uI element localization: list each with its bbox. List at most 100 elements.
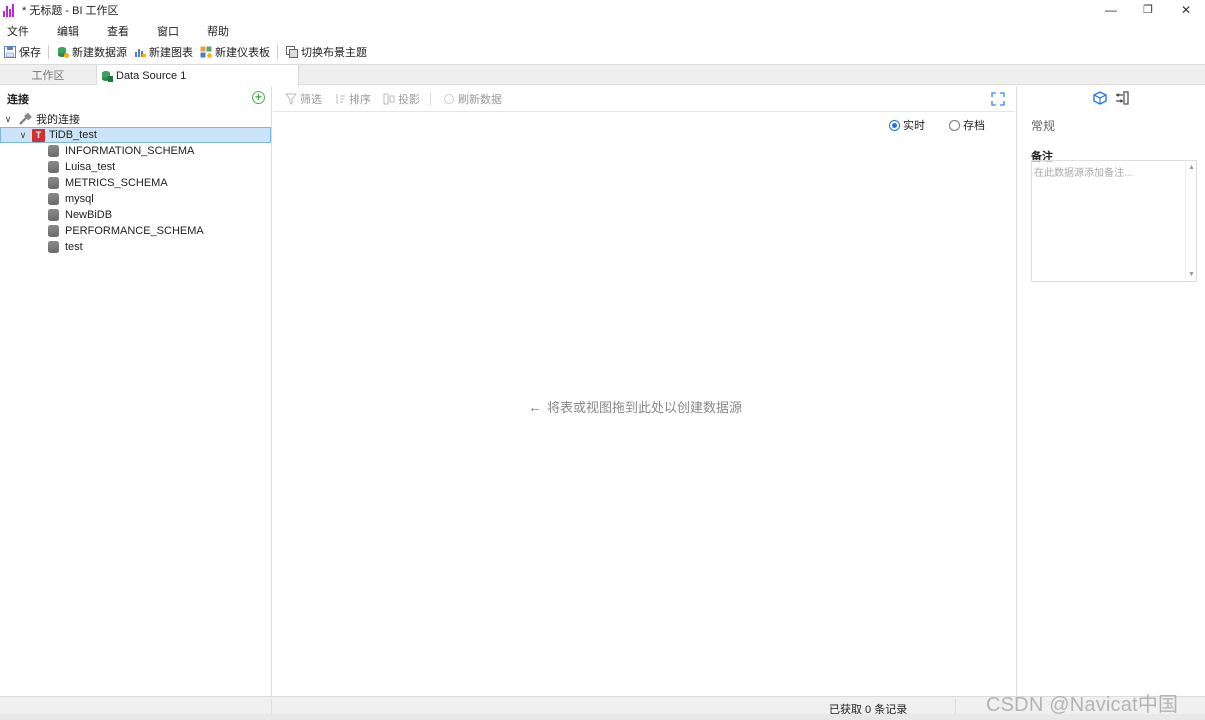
menu-edit[interactable]: 编辑 bbox=[50, 23, 86, 39]
new-datasource-icon bbox=[58, 47, 69, 58]
canvas-toolbar: 筛选 排序 投影 刷新数据 bbox=[273, 86, 1015, 112]
general-section-title: 常规 bbox=[1031, 119, 1056, 133]
menu-bar: 文件 编辑 查看 窗口 帮助 bbox=[0, 20, 1205, 41]
new-dashboard-icon bbox=[200, 46, 212, 58]
tree-database[interactable]: Luisa_test bbox=[0, 159, 271, 175]
connections-header: 连接 + bbox=[0, 86, 271, 111]
live-radio[interactable] bbox=[889, 119, 900, 131]
menu-window[interactable]: 窗口 bbox=[150, 23, 186, 39]
app-logo-icon bbox=[3, 3, 17, 17]
toolbar-divider bbox=[277, 45, 278, 59]
watermark: CSDN @Navicat中国 bbox=[986, 694, 1179, 716]
connection-label: TiDB_test bbox=[49, 129, 97, 141]
refresh-data-button[interactable]: 刷新数据 bbox=[443, 91, 502, 107]
new-dashboard-label: 新建仪表板 bbox=[215, 47, 270, 59]
database-icon bbox=[48, 241, 59, 253]
chevron-down-icon[interactable]: ∨ bbox=[3, 114, 13, 125]
close-button[interactable]: ✕ bbox=[1167, 0, 1205, 19]
restore-button[interactable]: ❐ bbox=[1129, 0, 1167, 19]
window-title: * 无标题 - BI 工作区 bbox=[22, 4, 119, 17]
connections-panel: 连接 + ∨ 我的连接 ∨ T TiDB_test INFORMATION_SC… bbox=[0, 86, 272, 696]
database-label: Luisa_test bbox=[65, 161, 116, 173]
tab-workspace[interactable]: 工作区 bbox=[0, 65, 97, 85]
new-dashboard-button[interactable]: 新建仪表板 bbox=[200, 44, 270, 60]
tree-database[interactable]: mysql bbox=[0, 191, 271, 207]
datasource-canvas: 筛选 排序 投影 刷新数据 实时 存档 ← 将表或视图拖到此处以创建数据源 bbox=[273, 86, 1015, 696]
tree-database[interactable]: METRICS_SCHEMA bbox=[0, 175, 271, 191]
archive-label: 存档 bbox=[963, 120, 985, 132]
drop-hint-text: 将表或视图拖到此处以创建数据源 bbox=[547, 400, 743, 415]
switch-theme-button[interactable]: 切换布景主题 bbox=[286, 44, 367, 60]
refresh-label: 刷新数据 bbox=[458, 93, 502, 106]
tree-database[interactable]: test bbox=[0, 239, 271, 255]
document-tabs: 工作区 Data Source 1 bbox=[0, 64, 1205, 86]
tree-database[interactable]: INFORMATION_SCHEMA bbox=[0, 143, 271, 159]
filter-button[interactable]: 筛选 bbox=[285, 91, 322, 107]
arrow-left-icon: ← bbox=[528, 398, 542, 415]
projection-button[interactable]: 投影 bbox=[383, 91, 420, 107]
new-chart-button[interactable]: 新建图表 bbox=[134, 44, 193, 60]
chevron-down-icon[interactable]: ∨ bbox=[18, 130, 28, 141]
layout-settings-icon[interactable] bbox=[1115, 90, 1129, 105]
drop-hint: ← 将表或视图拖到此处以创建数据源 bbox=[528, 397, 742, 416]
database-icon bbox=[48, 209, 59, 221]
database-icon bbox=[48, 193, 59, 205]
notes-textarea[interactable]: 在此数据源添加备注... ▲ ▼ bbox=[1031, 160, 1197, 282]
tab-data-source-label: Data Source 1 bbox=[116, 69, 187, 82]
filter-label: 筛选 bbox=[300, 93, 322, 106]
new-chart-label: 新建图表 bbox=[149, 47, 193, 59]
database-label: test bbox=[65, 241, 83, 253]
tree-database[interactable]: PERFORMANCE_SCHEMA bbox=[0, 223, 271, 239]
save-label: 保存 bbox=[19, 47, 41, 59]
database-icon bbox=[48, 177, 59, 189]
menu-view[interactable]: 查看 bbox=[100, 23, 136, 39]
connections-title: 连接 bbox=[7, 93, 29, 106]
tidb-connection-icon: T bbox=[32, 128, 45, 142]
database-icon bbox=[48, 161, 59, 173]
title-bar: * 无标题 - BI 工作区 — ❐ ✕ bbox=[0, 0, 1205, 19]
add-connection-icon[interactable]: + bbox=[252, 91, 265, 104]
notes-scrollbar[interactable]: ▲ ▼ bbox=[1185, 161, 1196, 281]
mode-selector: 实时 存档 bbox=[889, 117, 985, 133]
toolbar-divider bbox=[48, 45, 49, 59]
tab-data-source-1[interactable]: Data Source 1 bbox=[97, 65, 299, 86]
database-label: METRICS_SCHEMA bbox=[65, 177, 168, 189]
scroll-down-icon[interactable]: ▼ bbox=[1188, 271, 1195, 278]
projection-label: 投影 bbox=[398, 93, 420, 106]
scroll-up-icon[interactable]: ▲ bbox=[1188, 164, 1195, 171]
tree-my-connections[interactable]: ∨ 我的连接 bbox=[0, 111, 271, 127]
connection-group-icon bbox=[19, 113, 32, 125]
menu-help[interactable]: 帮助 bbox=[200, 23, 236, 39]
new-chart-icon bbox=[135, 49, 146, 58]
my-connections-label: 我的连接 bbox=[36, 114, 80, 126]
database-icon bbox=[48, 145, 59, 157]
minimize-button[interactable]: — bbox=[1092, 0, 1130, 19]
switch-theme-label: 切换布景主题 bbox=[301, 47, 367, 59]
sort-icon bbox=[336, 93, 345, 104]
tree-connection-tidb[interactable]: ∨ T TiDB_test bbox=[0, 127, 271, 143]
properties-tabs bbox=[1017, 86, 1205, 109]
main-toolbar: 保存 新建数据源 新建图表 新建仪表板 切换布景主题 bbox=[0, 41, 1205, 63]
cube-icon[interactable] bbox=[1093, 90, 1107, 105]
menu-file[interactable]: 文件 bbox=[0, 23, 36, 39]
database-label: NewBiDB bbox=[65, 209, 113, 221]
save-button[interactable]: 保存 bbox=[4, 44, 41, 60]
theme-icon bbox=[286, 46, 298, 58]
filter-icon bbox=[285, 93, 297, 105]
tree-database[interactable]: NewBiDB bbox=[0, 207, 271, 223]
database-label: INFORMATION_SCHEMA bbox=[65, 145, 195, 157]
notes-placeholder: 在此数据源添加备注... bbox=[1034, 168, 1133, 179]
sort-label: 排序 bbox=[349, 93, 371, 106]
database-label: mysql bbox=[65, 193, 94, 205]
fullscreen-icon[interactable] bbox=[991, 92, 1005, 106]
refresh-icon bbox=[444, 93, 454, 104]
live-label: 实时 bbox=[903, 120, 925, 132]
sort-button[interactable]: 排序 bbox=[334, 91, 371, 107]
archive-radio[interactable] bbox=[949, 119, 960, 131]
new-datasource-button[interactable]: 新建数据源 bbox=[57, 44, 127, 60]
projection-icon bbox=[383, 93, 395, 104]
toolbar-divider bbox=[430, 91, 431, 106]
new-datasource-label: 新建数据源 bbox=[72, 47, 127, 59]
datasource-tab-icon bbox=[102, 70, 113, 82]
database-icon bbox=[48, 225, 59, 237]
